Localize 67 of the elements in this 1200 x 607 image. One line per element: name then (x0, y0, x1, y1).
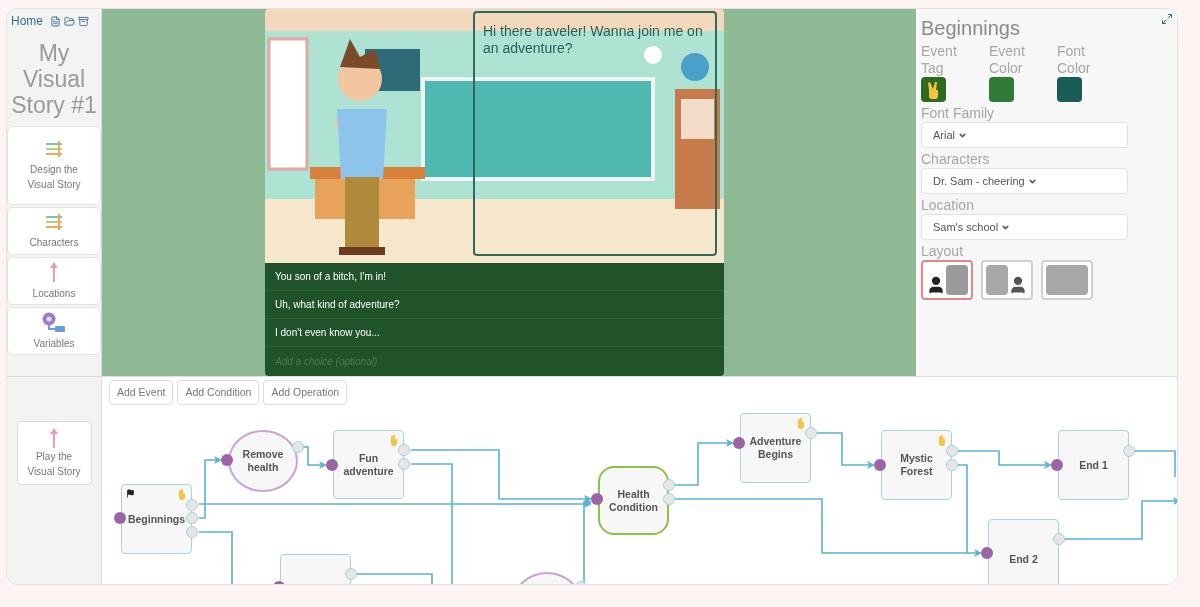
folder-icon[interactable] (64, 15, 75, 27)
input-port[interactable] (591, 493, 603, 505)
nav-item[interactable]: Characters (7, 207, 101, 255)
node-label: Health Condition (608, 487, 659, 514)
choice-item[interactable]: You son of a bitch, I'm in! (265, 263, 724, 291)
select-field[interactable]: Dr. Sam - cheering (921, 168, 1128, 194)
color-swatch[interactable] (1057, 77, 1082, 102)
input-port[interactable] (981, 547, 993, 559)
color-swatch[interactable] (989, 77, 1014, 102)
field-label: Characters (921, 150, 991, 168)
event-node[interactable]: Mystic Forest (881, 430, 952, 500)
condition-node[interactable]: Health Condition (598, 466, 669, 535)
nav-item[interactable]: Design the Visual Story (7, 126, 101, 205)
event-node[interactable]: Beginnings (121, 484, 192, 554)
pin-icon (49, 261, 59, 283)
play-button[interactable]: Play the Visual Story (16, 421, 92, 485)
expand-icon[interactable] (1161, 13, 1173, 25)
select-field[interactable]: Arial (921, 122, 1128, 148)
node-label: Mystic Forest (899, 452, 934, 478)
input-port[interactable] (221, 454, 233, 466)
pin-icon (49, 427, 59, 449)
layout-option[interactable] (981, 260, 1033, 300)
inspector-title: Beginnings (921, 16, 1021, 41)
input-port[interactable] (326, 459, 338, 471)
layout-label: Layout (921, 242, 965, 260)
field-label: Font Family (921, 104, 996, 122)
select-field[interactable]: Sam's school (921, 214, 1128, 240)
person-icon (1008, 275, 1028, 295)
nav-item[interactable]: Locations (7, 257, 101, 305)
story-title: My Visual Story #1 (10, 40, 98, 118)
toolbar-button[interactable]: Add Event (109, 380, 174, 405)
output-port[interactable] (292, 441, 304, 453)
toolbar-button[interactable]: Add Condition (177, 380, 260, 405)
nav-item[interactable]: Variables (7, 307, 101, 355)
node-label: Adventure Begins (748, 435, 803, 461)
event-node[interactable]: End 2 (988, 519, 1059, 584)
node-label: Beginnings (126, 512, 187, 526)
home-link[interactable]: Home (11, 12, 43, 30)
tag-swatch[interactable] (921, 77, 946, 102)
toolbar-button[interactable]: Add Operation (263, 380, 348, 405)
dialogue-text: Hi there traveler! Wanna join me on an adventure? (483, 23, 704, 57)
choice-item[interactable]: Uh, what kind of adventure? (265, 291, 724, 319)
field-label: Location (921, 196, 975, 214)
event-node[interactable]: Fun adventure (333, 430, 404, 499)
node-label: Remove health (241, 448, 285, 474)
swatch-label: Event Color (989, 43, 1026, 77)
input-port[interactable] (1051, 459, 1063, 471)
node-label: Fun adventure (342, 451, 395, 478)
swatch-label: Event Tag (921, 43, 958, 77)
sliders-icon (44, 212, 64, 232)
node-label: End 2 (1008, 552, 1039, 566)
operation-node[interactable]: Remove health (228, 430, 298, 492)
sliders-icon (44, 139, 64, 159)
archive-icon[interactable] (78, 15, 89, 27)
event-node[interactable]: End 1 (1058, 430, 1129, 500)
key-icon (41, 311, 67, 333)
choice-item[interactable]: I don't even know you... (265, 319, 724, 347)
node-label: End 1 (1078, 458, 1109, 472)
input-port[interactable] (874, 459, 886, 471)
file-icon[interactable] (50, 15, 61, 27)
input-port[interactable] (733, 437, 745, 449)
input-port[interactable] (114, 512, 126, 524)
swatch-label: Font Color (1057, 43, 1092, 77)
peace-hand-icon (926, 80, 941, 99)
person-icon (926, 275, 946, 295)
layout-option[interactable] (921, 260, 973, 300)
event-node[interactable]: Adventure Begins (740, 413, 811, 483)
